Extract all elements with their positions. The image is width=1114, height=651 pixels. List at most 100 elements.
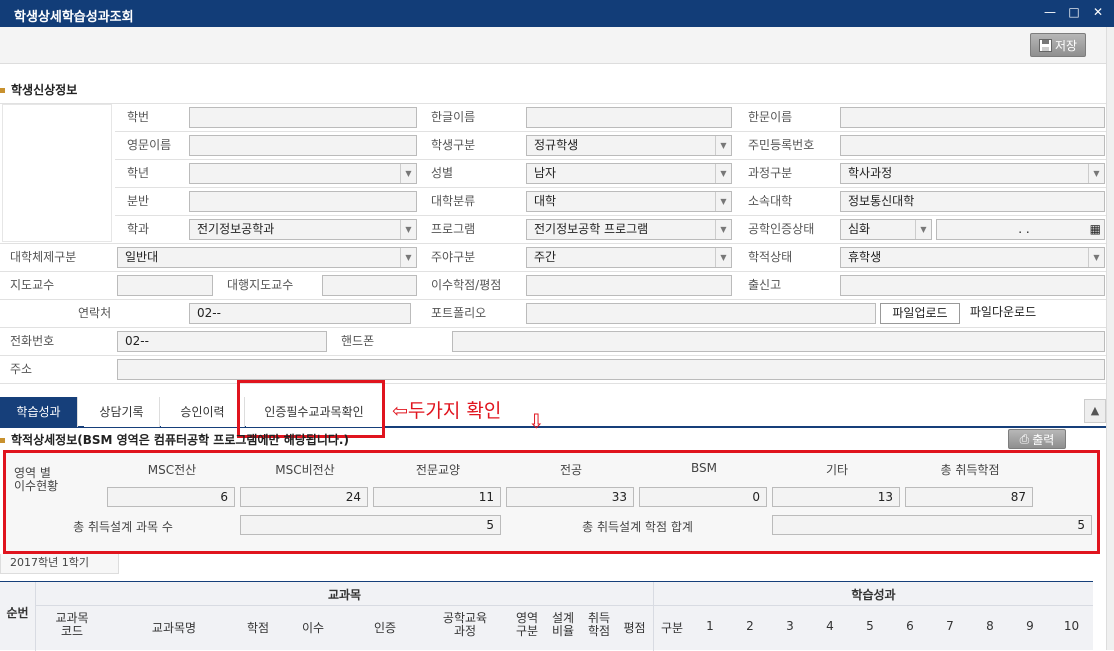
chevron-down-icon: ▼ [915,220,931,239]
label-contact: 연락처 [78,306,112,320]
dept-select[interactable]: 전기정보공학과 ▼ [189,219,417,240]
tab-counseling[interactable]: 상담기록 [84,397,160,427]
grid-col-area: 영역 구분 [515,611,539,638]
grid-col-curriculum: 공학교육 과정 [442,611,488,638]
mobile-field[interactable] [452,331,1105,352]
resident-no-field[interactable] [840,135,1105,156]
label-mobile: 핸드폰 [341,334,375,348]
grid-group-outcome: 학습성과 [851,588,896,602]
grid-col-complete: 이수 [301,621,325,635]
window-titlebar: 학생상세학습성과조회 — □ ✕ [0,0,1114,27]
chevron-down-icon: ▼ [1088,164,1104,183]
label-hakbun: 학번 [127,110,150,124]
hanname-field[interactable] [840,107,1105,128]
annotation-box-tab [237,380,385,438]
label-system-type: 대학체제구분 [10,250,77,264]
address-field[interactable] [117,359,1105,380]
grid-col-outcome: 5 [866,619,874,633]
hakbun-field[interactable] [189,107,417,128]
student-type-select[interactable]: 정규학생 ▼ [526,135,732,156]
label-phone: 전화번호 [10,334,55,348]
contact-field[interactable]: 02-- [189,303,411,324]
grid-col-gpa: 평점 [623,621,646,635]
grid-col-cert: 인증 [373,621,397,635]
grid-col-type: 구분 [660,621,684,635]
course-grid-header: 순번 교과목 학습성과 교과목 코드 교과목명 학점 이수 인증 공학교육 과정… [0,581,1093,651]
label-acad-status: 학적상태 [748,250,793,264]
grid-col-code: 교과목 코드 [55,611,89,638]
phone-field[interactable]: 02-- [117,331,327,352]
label-program: 프로그램 [431,222,476,236]
annotation-text: ⇦두가지 확인 [392,400,502,422]
grid-col-outcome: 4 [826,619,834,633]
label-portfolio: 포트폴리오 [431,306,487,320]
arrow-left-icon: ⇦ [392,400,408,422]
grade-select[interactable]: ▼ [189,163,417,184]
label-course-type: 과정구분 [748,166,793,180]
bullet-icon [0,88,5,93]
chevron-down-icon: ▼ [715,248,731,267]
close-icon[interactable]: ✕ [1090,4,1106,20]
file-upload-button[interactable]: 파일업로드 [880,303,960,324]
engname-field[interactable] [189,135,417,156]
label-engname: 영문이름 [127,138,172,152]
print-button[interactable]: ⎙ 출력 [1008,429,1066,449]
day-night-select[interactable]: 주간 ▼ [526,247,732,268]
label-student-type: 학생구분 [431,138,476,152]
window-title: 학생상세학습성과조회 [14,10,134,25]
system-type-select[interactable]: 일반대 ▼ [117,247,417,268]
chevron-down-icon: ▼ [715,220,731,239]
grid-col-outcome: 9 [1026,619,1034,633]
advisor-field[interactable] [117,275,213,296]
chevron-down-icon: ▼ [400,164,416,183]
grid-col-outcome: 10 [1063,619,1080,633]
accred-status-select[interactable]: 심화 ▼ [840,219,932,240]
grid-col-name: 교과목명 [151,621,197,635]
semester-tab[interactable]: 2017학년 1학기 [0,554,119,574]
grid-col-outcome: 3 [786,619,794,633]
korname-field[interactable] [526,107,732,128]
univ-class-select[interactable]: 대학 ▼ [526,191,732,212]
toolbar: 저장 [0,27,1106,64]
collapse-up-icon[interactable]: ▲ [1084,399,1106,423]
grid-col-outcome: 7 [946,619,954,633]
label-credits-gpa: 이수학점/평점 [431,278,502,292]
save-button[interactable]: 저장 [1030,33,1086,57]
college-field[interactable]: 정보통신대학 [840,191,1105,212]
tab-learning-outcomes[interactable]: 학습성과 [0,397,78,427]
save-label: 저장 [1054,38,1078,53]
chevron-down-icon: ▼ [715,136,731,155]
accred-date-field[interactable]: . . ▦ [936,219,1105,240]
gender-select[interactable]: 남자 ▼ [526,163,732,184]
tab-approval-history[interactable]: 승인이력 [161,397,245,427]
floppy-icon [1038,38,1052,52]
chevron-down-icon: ▼ [715,192,731,211]
portfolio-field[interactable] [526,303,876,324]
label-address: 주소 [10,362,33,376]
label-accred-status: 공학인증상태 [748,222,815,236]
label-univ-class: 대학분류 [431,194,476,208]
program-select[interactable]: 전기정보공학 프로그램 ▼ [526,219,732,240]
grid-col-credit: 학점 [246,621,270,635]
bullet-icon [0,438,5,443]
minimize-icon[interactable]: — [1042,4,1058,20]
maximize-icon[interactable]: □ [1066,4,1082,20]
file-download-button[interactable]: 파일다운로드 [963,303,1043,324]
grid-col-outcome: 2 [746,619,754,633]
student-photo [2,104,112,242]
deputy-advisor-field[interactable] [322,275,417,296]
credits-gpa-field[interactable] [526,275,732,296]
grid-col-earned: 취득 학점 [587,611,611,638]
acad-status-select[interactable]: 휴학생 ▼ [840,247,1105,268]
bunban-field[interactable] [189,191,417,212]
calendar-icon[interactable]: ▦ [1090,220,1101,239]
course-type-select[interactable]: 학사과정 ▼ [840,163,1105,184]
label-deputy-advisor: 대행지도교수 [227,278,294,292]
label-korname: 한글이름 [431,110,476,124]
vertical-scrollbar[interactable] [1106,27,1114,650]
annotation-box-summary [3,450,1100,554]
label-college: 소속대학 [748,194,793,208]
arrow-down-icon: ⇩ [528,409,545,433]
label-day-night: 주야구분 [431,250,476,264]
hometown-field[interactable] [840,275,1105,296]
